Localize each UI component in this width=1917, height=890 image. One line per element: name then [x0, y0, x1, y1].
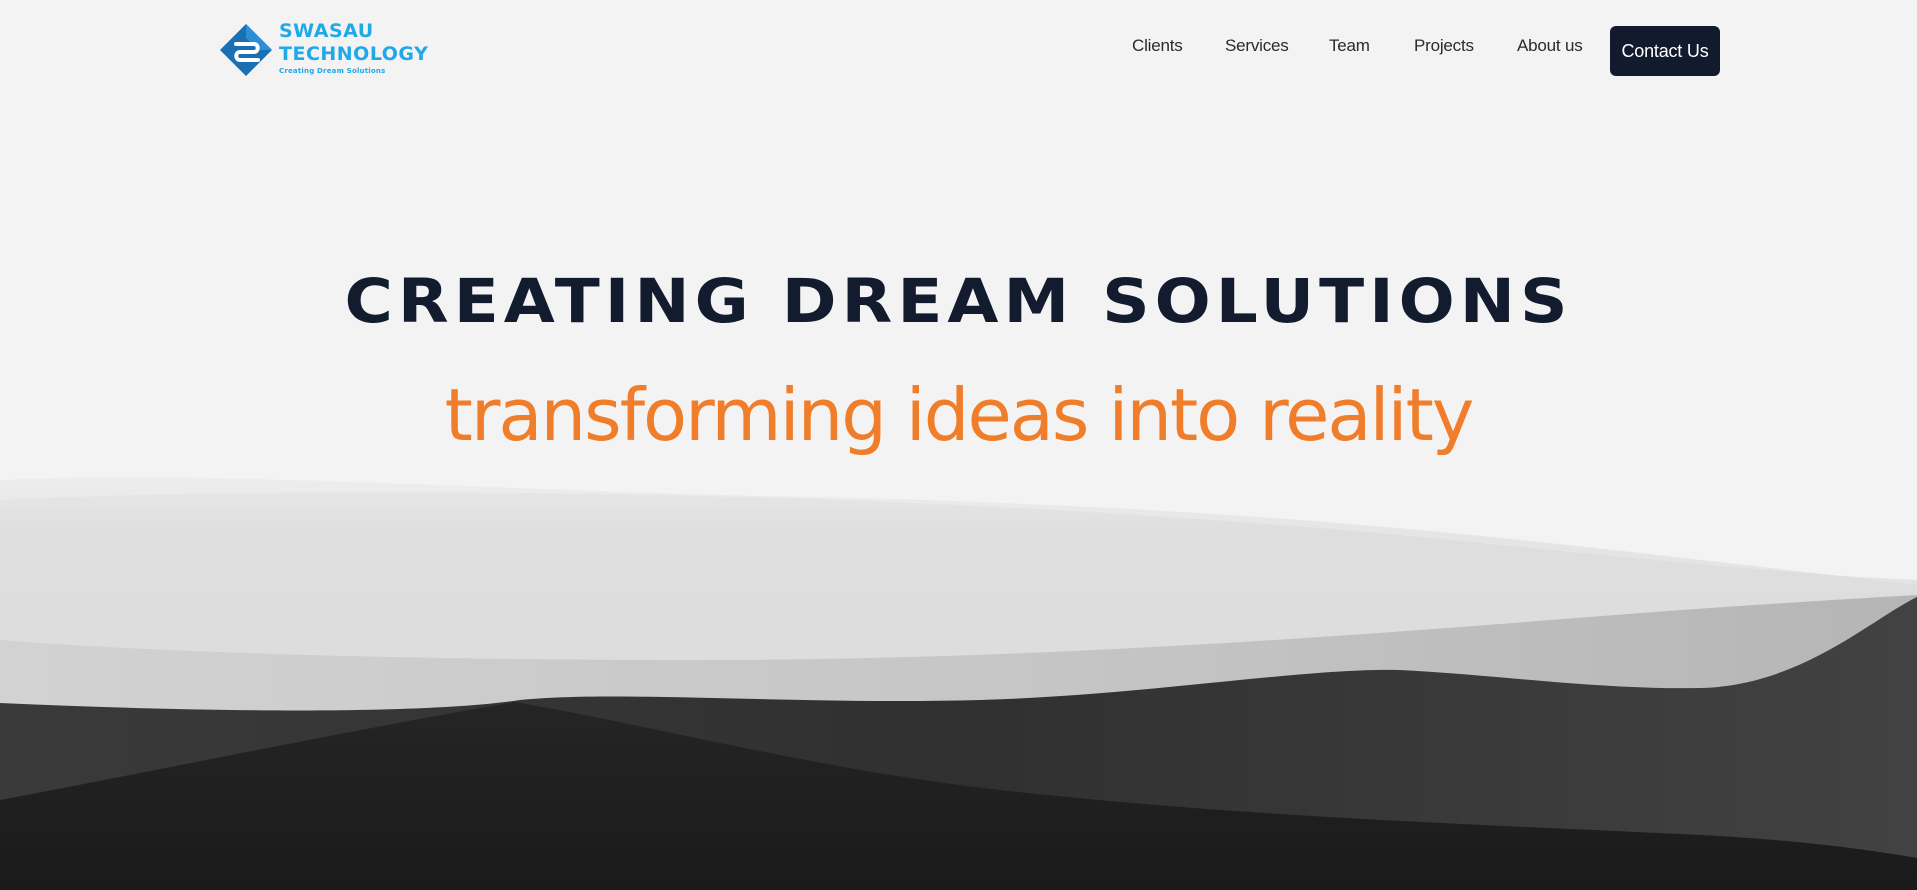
brand-logo[interactable]: SWASAU TECHNOLOGY Creating Dream Solutio…	[218, 20, 428, 80]
nav-item-projects[interactable]: Projects	[1414, 36, 1474, 56]
site-header: SWASAU TECHNOLOGY Creating Dream Solutio…	[0, 0, 1917, 100]
nav-item-clients[interactable]: Clients	[1132, 36, 1183, 56]
brand-tagline: Creating Dream Solutions	[279, 67, 386, 75]
hero-title: CREATING DREAM SOLUTIONS	[344, 266, 1573, 337]
brand-name: SWASAU TECHNOLOGY	[279, 20, 428, 66]
nav-item-team[interactable]: Team	[1329, 36, 1370, 56]
swasau-diamond-logo-icon	[220, 24, 272, 76]
brand-name-line1: SWASAU	[279, 20, 374, 42]
contact-us-button[interactable]: Contact Us	[1610, 26, 1720, 76]
landing-page: SWASAU TECHNOLOGY Creating Dream Solutio…	[0, 0, 1917, 890]
hero-subtitle: transforming ideas into reality	[444, 373, 1475, 457]
nav-item-about-us[interactable]: About us	[1517, 36, 1583, 56]
brand-name-line2: TECHNOLOGY	[279, 43, 429, 65]
nav-item-services[interactable]: Services	[1225, 36, 1289, 56]
